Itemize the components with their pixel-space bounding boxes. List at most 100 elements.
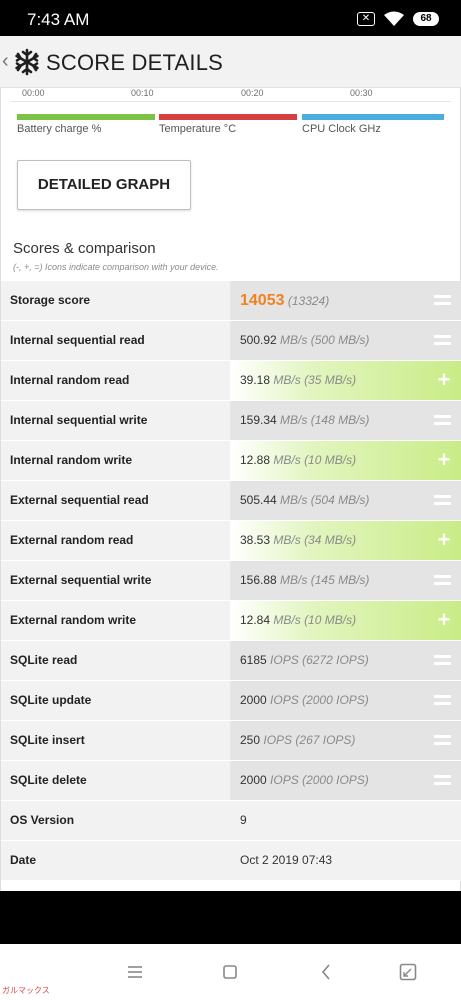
row-value: 2000 IOPS (2000 IOPS) — [230, 761, 461, 800]
table-row: SQLite read 6185 IOPS (6272 IOPS) — [1, 641, 461, 681]
equal-icon — [434, 415, 451, 426]
table-row: SQLite update 2000 IOPS (2000 IOPS) — [1, 681, 461, 721]
comparison-value: (2000 IOPS) — [302, 773, 369, 787]
back-icon[interactable] — [311, 958, 341, 986]
score-value: Oct 2 2019 07:43 — [240, 853, 333, 867]
screenshot-icon[interactable] — [393, 958, 423, 986]
score-value: 500.92 — [240, 333, 277, 347]
row-label: Internal random write — [1, 441, 230, 480]
status-bar: 7:43 AM ✕ 68 — [0, 0, 461, 36]
score-value: 505.44 — [240, 493, 277, 507]
legend-label: Temperature °C — [159, 123, 237, 135]
row-value: 2000 IOPS (2000 IOPS) — [230, 681, 461, 720]
app-header: ‹ SCORE DETAILS — [0, 36, 461, 88]
score-value: 39.18 — [240, 373, 271, 387]
score-value: 2000 — [240, 693, 267, 707]
scores-table: Storage score 14053 (13324) Internal seque… — [1, 281, 461, 881]
equal-icon — [434, 775, 451, 786]
row-label: SQLite update — [1, 681, 230, 720]
equal-icon — [434, 655, 451, 666]
menu-icon[interactable] — [120, 958, 150, 986]
detailed-graph-button[interactable]: DETAILED GRAPH — [17, 160, 191, 210]
comparison-value: (35 MB/s) — [304, 373, 357, 387]
score-unit: IOPS — [270, 773, 299, 787]
legend-label: CPU Clock GHz — [302, 123, 381, 135]
table-row: Storage score 14053 (13324) — [1, 281, 461, 321]
plus-icon: + — [437, 447, 451, 472]
table-row: SQLite delete 2000 IOPS (2000 IOPS) — [1, 761, 461, 801]
section-title: Scores & comparison — [13, 240, 156, 257]
row-label: Internal sequential write — [1, 401, 230, 440]
score-unit: IOPS — [270, 693, 299, 707]
comparison-value: (34 MB/s) — [304, 533, 357, 547]
legend-temperature: Temperature °C — [159, 114, 297, 135]
row-value: 156.88 MB/s (145 MB/s) — [230, 561, 461, 600]
score-value: 12.88 — [240, 453, 271, 467]
legend-swatch — [17, 114, 155, 120]
legend-swatch — [302, 114, 444, 120]
time-tick: 00:00 — [22, 88, 45, 98]
legend-battery: Battery charge % — [17, 114, 155, 135]
wifi-icon — [384, 11, 404, 26]
equal-icon — [434, 575, 451, 586]
score-value: 9 — [240, 813, 247, 827]
score-value: 12.84 — [240, 613, 271, 627]
score-unit: MB/s — [280, 333, 308, 347]
row-label: SQLite insert — [1, 721, 230, 760]
time-tick: 00:30 — [350, 88, 373, 98]
comparison-value: (267 IOPS) — [295, 733, 356, 747]
score-value: 156.88 — [240, 573, 277, 587]
row-label: Internal random read — [1, 361, 230, 400]
row-value: 505.44 MB/s (504 MB/s) — [230, 481, 461, 520]
table-row: External random read 38.53 MB/s (34 MB/s)… — [1, 521, 461, 561]
table-row: External random write 12.84 MB/s (10 MB/s… — [1, 601, 461, 641]
score-unit: MB/s — [273, 373, 301, 387]
row-value: 250 IOPS (267 IOPS) — [230, 721, 461, 760]
chevron-left-icon[interactable]: ‹ — [2, 50, 9, 73]
score-details-content[interactable]: 00:00 00:10 00:20 00:30 Battery charge %… — [0, 88, 461, 891]
equal-icon — [434, 735, 451, 746]
table-row: External sequential write 156.88 MB/s (14… — [1, 561, 461, 601]
navigation-bar — [0, 944, 461, 1000]
table-row: Date Oct 2 2019 07:43 — [1, 841, 461, 881]
comparison-value: (13324) — [287, 294, 330, 308]
comparison-value: (6272 IOPS) — [302, 653, 369, 667]
row-value: Oct 2 2019 07:43 — [230, 841, 461, 880]
row-label: Internal sequential read — [1, 321, 230, 360]
graph-time-axis: 00:00 00:10 00:20 00:30 — [1, 88, 461, 102]
equal-icon — [434, 495, 451, 506]
snowflake-icon — [15, 48, 39, 76]
row-label: External random read — [1, 521, 230, 560]
row-value: 6185 IOPS (6272 IOPS) — [230, 641, 461, 680]
section-subtitle: (-, +, =) Icons indicate comparison with… — [13, 262, 219, 272]
equal-icon — [434, 335, 451, 346]
comparison-value: (145 MB/s) — [310, 573, 370, 587]
score-unit: MB/s — [280, 573, 308, 587]
row-value: 9 — [230, 801, 461, 840]
score-unit: MB/s — [280, 413, 308, 427]
row-label: External random write — [1, 601, 230, 640]
sim-blocked-icon: ✕ — [357, 12, 375, 26]
plus-icon: + — [437, 607, 451, 632]
table-row: Internal sequential read 500.92 MB/s (500… — [1, 321, 461, 361]
bottom-black-band — [0, 891, 461, 944]
status-time: 7:43 AM — [27, 10, 90, 29]
plus-icon: + — [437, 527, 451, 552]
plus-icon: + — [437, 367, 451, 392]
table-row: OS Version 9 — [1, 801, 461, 841]
time-tick: 00:10 — [131, 88, 154, 98]
score-unit: MB/s — [273, 533, 301, 547]
row-value: 39.18 MB/s (35 MB/s) + — [230, 361, 461, 400]
row-value: 38.53 MB/s (34 MB/s) + — [230, 521, 461, 560]
home-icon[interactable] — [215, 958, 245, 986]
legend-label: Battery charge % — [17, 123, 102, 135]
row-label: OS Version — [1, 801, 230, 840]
comparison-value: (504 MB/s) — [310, 493, 370, 507]
score-value: 159.34 — [240, 413, 277, 427]
watermark: ガルマックス — [2, 986, 50, 995]
score-value: 6185 — [240, 653, 267, 667]
row-value: 14053 (13324) — [230, 281, 461, 320]
row-value: 12.88 MB/s (10 MB/s) + — [230, 441, 461, 480]
comparison-value: (148 MB/s) — [310, 413, 370, 427]
legend-cpu: CPU Clock GHz — [302, 114, 444, 135]
